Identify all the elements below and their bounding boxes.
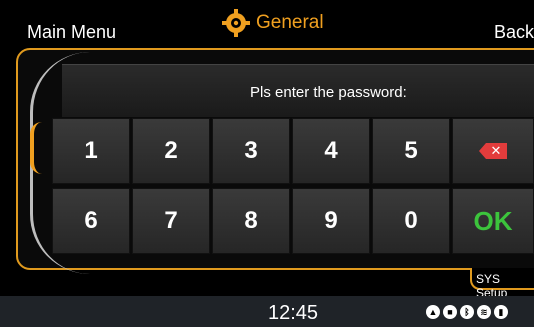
backspace-button[interactable]: ✕	[452, 118, 534, 184]
scroll-indicator	[30, 122, 42, 174]
top-bar: Main Menu General Back	[0, 0, 534, 48]
status-icons: ▲ ■ ᛒ ≋ ▮	[426, 305, 508, 319]
key-0[interactable]: 0	[372, 188, 450, 254]
key-3[interactable]: 3	[212, 118, 290, 184]
key-1[interactable]: 1	[52, 118, 130, 184]
backspace-icon: ✕	[479, 143, 507, 159]
wifi-icon: ≋	[477, 305, 491, 319]
navigation-icon: ▲	[426, 305, 440, 319]
key-4[interactable]: 4	[292, 118, 370, 184]
key-8[interactable]: 8	[212, 188, 290, 254]
bluetooth-icon: ᛒ	[460, 305, 474, 319]
signal-icon: ▮	[494, 305, 508, 319]
ok-button[interactable]: OK	[452, 188, 534, 254]
key-5[interactable]: 5	[372, 118, 450, 184]
main-menu-button[interactable]: Main Menu	[27, 22, 116, 43]
key-9[interactable]: 9	[292, 188, 370, 254]
key-2[interactable]: 2	[132, 118, 210, 184]
back-button[interactable]: Back	[494, 22, 534, 43]
clock: 12:45	[268, 302, 319, 324]
key-6[interactable]: 6	[52, 188, 130, 254]
gear-icon	[222, 9, 250, 37]
title-group: General	[222, 8, 324, 38]
page-title: General	[256, 12, 324, 33]
numeric-keypad: 1 2 3 4 5 ✕ 6 7 8 9 0 OK	[52, 118, 534, 256]
key-7[interactable]: 7	[132, 188, 210, 254]
camera-icon: ■	[443, 305, 457, 319]
password-prompt: Pls enter the password:	[250, 84, 407, 101]
